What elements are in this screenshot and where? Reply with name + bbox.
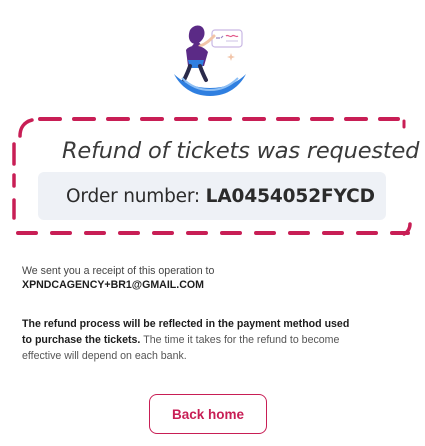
refund-process-note: The refund process will be reflected in … [22,316,352,364]
back-home-button[interactable]: Back home [149,394,267,434]
refund-requested-title: Refund of tickets was requested [62,138,420,164]
refund-confirmation-page: Refund of tickets was requested Order nu… [0,0,425,446]
order-number-label: Order number: [66,186,206,207]
order-number-line: Order number: LA0454052FYCD [66,185,375,208]
order-number-value: LA0454052FYCD [205,186,375,207]
person-with-ticket-illustration-icon [174,25,246,96]
receipt-email: XPNDCAGENCY+BR1@GMAIL.COM [22,279,204,291]
receipt-text: We sent you a receipt of this operation … [22,265,215,277]
receipt-message: We sent you a receipt of this operation … [22,264,362,292]
